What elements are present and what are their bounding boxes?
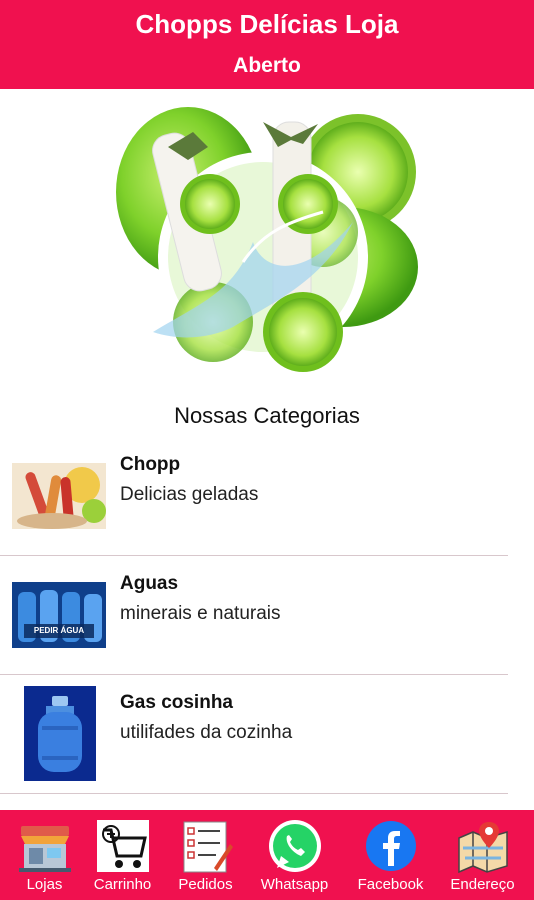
chopp-thumbnail	[12, 463, 106, 529]
category-description: utilifades da cozinha	[120, 722, 293, 743]
nav-carrinho[interactable]: Carrinho	[78, 810, 167, 900]
store-banner-image	[113, 92, 421, 387]
categories-heading: Nossas Categorias	[174, 403, 360, 428]
category-item-chopp[interactable]: Chopp Delicias geladas	[0, 437, 508, 556]
nav-lojas[interactable]: Lojas	[0, 810, 89, 900]
category-description: minerais e naturais	[120, 603, 281, 624]
nav-label: Endereço	[450, 876, 515, 893]
nav-label: Carrinho	[93, 876, 152, 893]
nav-label: Whatsapp	[260, 876, 329, 893]
whatsapp-icon	[267, 818, 323, 874]
bottom-navigation: Lojas Carrinho Pedidos Whatsapp Facebook…	[0, 810, 534, 900]
category-name: Aguas	[120, 573, 179, 594]
category-item-gas[interactable]: Gas cosinha utilifades da cozinha	[0, 675, 508, 794]
gas-cylinder-thumbnail	[24, 686, 96, 781]
category-item-aguas[interactable]: PEDIR ÁGUA Aguas minerais e naturais	[0, 556, 508, 675]
cart-icon	[95, 818, 151, 874]
category-description: Delicias geladas	[120, 484, 259, 505]
store-icon	[17, 818, 73, 874]
water-bottles-thumbnail: PEDIR ÁGUA	[12, 582, 106, 648]
nav-endereco[interactable]: Endereço	[438, 810, 527, 900]
nav-whatsapp[interactable]: Whatsapp	[250, 810, 339, 900]
facebook-icon	[363, 818, 419, 874]
app-header: Chopps Delícias Loja Aberto	[0, 0, 534, 89]
category-name: Gas cosinha	[120, 692, 233, 713]
nav-label: Lojas	[26, 876, 63, 893]
map-icon	[455, 818, 511, 874]
nav-facebook[interactable]: Facebook	[346, 810, 435, 900]
nav-label: Pedidos	[178, 876, 233, 893]
store-status: Aberto	[233, 54, 301, 77]
orders-icon	[178, 818, 234, 874]
nav-pedidos[interactable]: Pedidos	[161, 810, 250, 900]
store-title: Chopps Delícias Loja	[135, 9, 399, 39]
category-name: Chopp	[120, 454, 181, 475]
nav-label: Facebook	[357, 876, 424, 893]
thumbnail-caption: PEDIR ÁGUA	[33, 626, 85, 635]
